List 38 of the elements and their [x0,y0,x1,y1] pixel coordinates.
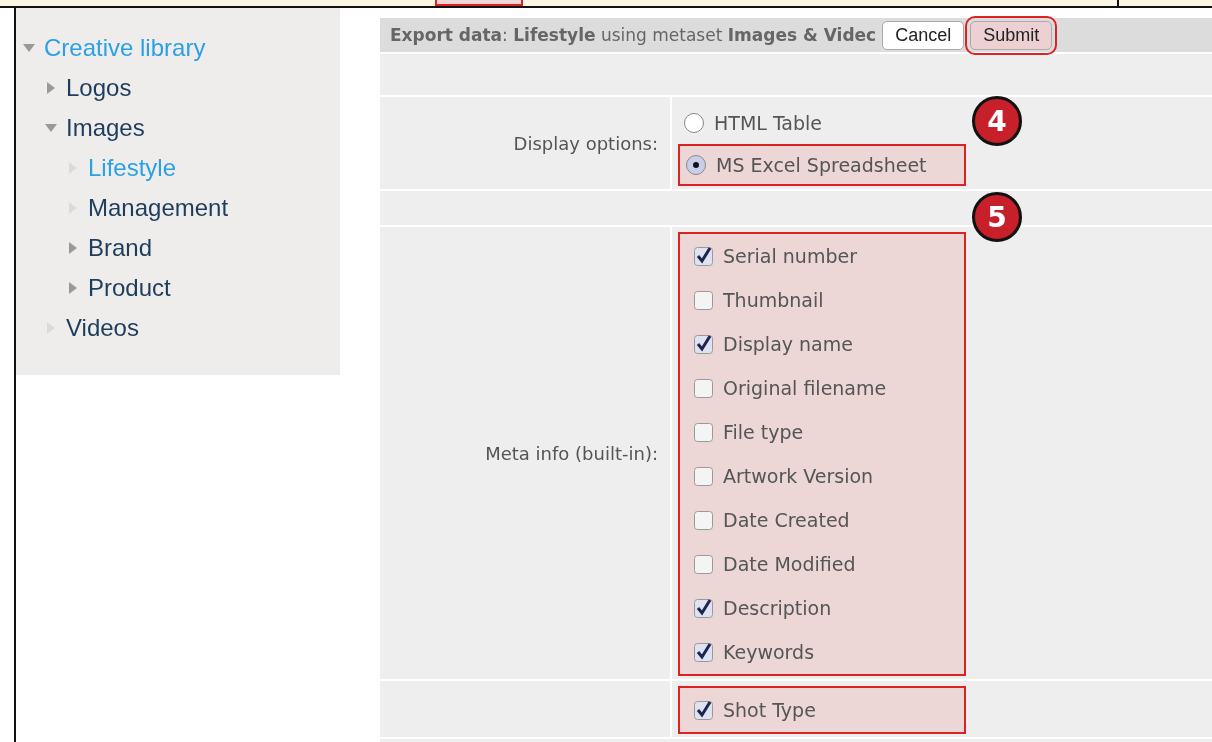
option-label: Shot Type [723,699,816,721]
option-label: Serial number [723,245,857,267]
option-label: Keywords [723,641,815,663]
checked-checkbox[interactable] [694,642,713,662]
checkbox[interactable] [694,466,713,486]
checkbox[interactable] [694,422,713,442]
radio-button[interactable] [684,113,704,133]
checked-checkbox[interactable] [694,334,713,354]
checkbox[interactable] [694,378,713,398]
checked-checkbox[interactable] [694,246,713,266]
option-label: Date Modified [723,553,856,575]
option-label: Date Created [723,509,850,531]
tree-item[interactable]: Management [88,194,229,222]
option-label: MS Excel Spreadsheet [716,154,927,176]
form-button[interactable]: Cancel [882,20,965,50]
checkbox[interactable] [694,554,713,574]
callout-badge: 4 [972,96,1022,146]
checked-checkbox[interactable] [694,700,713,720]
checkbox[interactable] [694,290,713,310]
field-label: Display options: [513,132,658,154]
option-label: Description [723,597,832,619]
option-label: File type [723,421,804,443]
checked-checkbox[interactable] [694,598,713,618]
option-label: HTML Table [714,112,823,134]
option-label: Thumbnail [723,289,824,311]
tree-item[interactable]: Product [88,274,171,302]
callout-badge: 5 [972,192,1022,242]
option-label: Artwork Version [723,465,874,487]
radio-button[interactable] [686,155,706,175]
field-label: Meta info (built-in): [485,442,658,464]
option-label: Display name [723,333,853,355]
export-title: Export data: Lifestyle using metaset Images & Videc [390,25,877,45]
option-label: Original filename [723,377,887,399]
tree-item[interactable]: Videos [66,314,139,342]
checkbox[interactable] [694,510,713,530]
tree-item[interactable]: Logos [66,74,132,102]
tree-item[interactable]: Brand [88,234,153,262]
tree-item[interactable]: Images [66,114,145,142]
